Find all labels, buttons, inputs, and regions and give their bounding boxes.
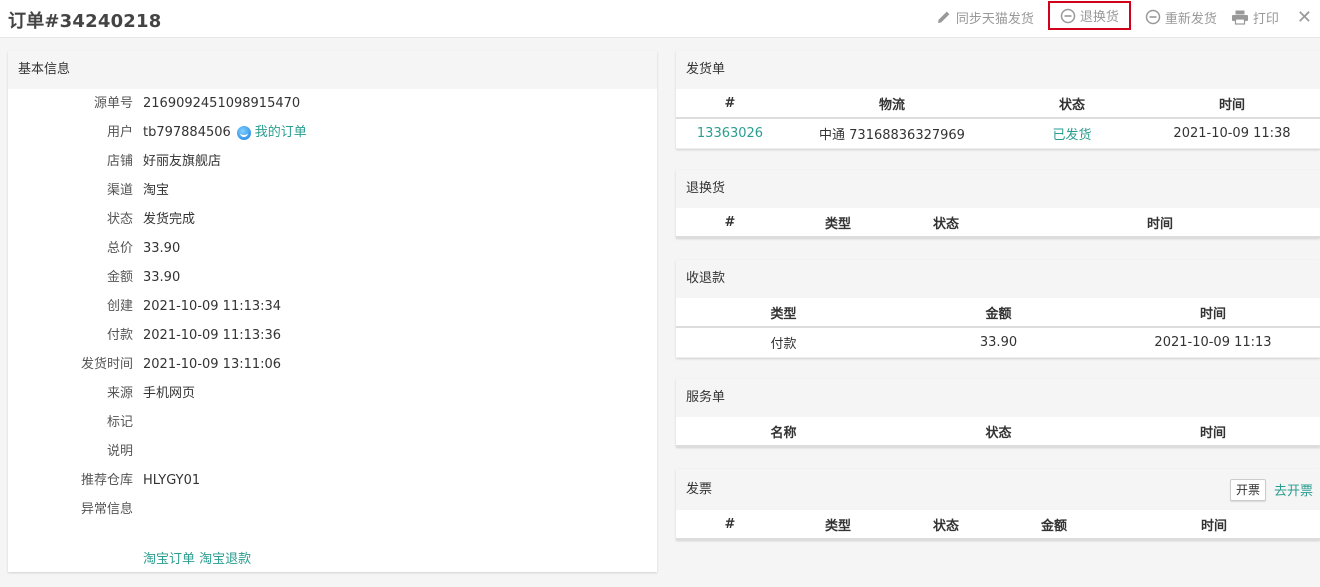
taobao-refund-link[interactable]: 淘宝退款 — [199, 552, 251, 567]
shipments-title: 发货单 — [676, 51, 1320, 89]
returns-title: 退换货 — [676, 170, 1320, 208]
taobao-order-link[interactable]: 淘宝订单 — [143, 552, 195, 567]
services-panel: 服务单 名称 状态 时间 — [676, 379, 1320, 447]
shipments-table: # 物流 状态 时间 13363026 中通 73168836327969 已发… — [676, 89, 1320, 149]
services-title: 服务单 — [676, 379, 1320, 417]
payments-table: 类型 金额 时间 付款 33.90 2021-10-09 11:13 — [676, 298, 1320, 358]
basic-info-panel: 基本信息 源单号 2169092451098915470 用户 tb797884… — [8, 51, 657, 572]
bottom-links: 淘宝订单 淘宝退款 — [143, 548, 251, 567]
info-row-created: 创建 2021-10-09 11:13:34 — [106, 299, 282, 314]
info-row-amount: 金额 33.90 — [106, 270, 181, 285]
table-header-row: 类型 金额 时间 — [676, 298, 1320, 328]
page-title: 订单#34240218 — [8, 11, 162, 32]
issue-invoice-button[interactable]: 开票 — [1229, 479, 1266, 501]
info-row-shop: 店铺 好丽友旗舰店 — [106, 154, 222, 169]
table-header-row: # 类型 状态 时间 — [676, 208, 1320, 238]
minus-circle-icon — [1060, 8, 1076, 23]
returns-table: # 类型 状态 时间 — [676, 208, 1320, 238]
table-header-row: # 类型 状态 金额 时间 — [676, 510, 1320, 540]
info-row-recommended-warehouse: 推荐仓库 HLYGY01 — [80, 473, 201, 488]
info-row-channel: 渠道 淘宝 — [106, 183, 170, 198]
services-table: 名称 状态 时间 — [676, 417, 1320, 447]
print-button[interactable]: 打印 — [1231, 6, 1279, 28]
basic-info-title: 基本信息 — [8, 51, 657, 89]
user-id: tb797884506 — [143, 125, 231, 140]
pencil-icon — [937, 11, 950, 23]
go-issue-invoice-link[interactable]: 去开票 — [1274, 480, 1313, 499]
info-row-status: 状态 发货完成 — [106, 212, 196, 227]
reship-button[interactable]: 重新发货 — [1145, 6, 1217, 28]
invoice-title: 发票 — [676, 469, 1320, 510]
header-actions: 同步天猫发货 退换货 重新发货 打印 ✕ — [922, 1, 1312, 30]
close-icon[interactable]: ✕ — [1297, 6, 1312, 28]
shipment-status: 已发货 — [1000, 118, 1144, 149]
info-row-source: 来源 手机网页 — [106, 386, 196, 401]
top-bar: 订单#34240218 同步天猫发货 退换货 重新发货 打印 ✕ — [0, 0, 1320, 38]
invoice-panel: 发票 开票 去开票 # 类型 状态 金额 时间 — [676, 469, 1320, 540]
payments-panel: 收退款 类型 金额 时间 付款 33.90 2021-10-09 11:13 — [676, 260, 1320, 358]
info-row-note: 说明 — [106, 444, 133, 459]
info-row-user: 用户 tb797884506 我的订单 — [8, 123, 657, 143]
table-row: 13363026 中通 73168836327969 已发货 2021-10-0… — [676, 118, 1320, 149]
invoice-table: # 类型 状态 金额 时间 — [676, 510, 1320, 540]
table-header-row: 名称 状态 时间 — [676, 417, 1320, 447]
info-row-mark: 标记 — [106, 415, 133, 430]
table-header-row: # 物流 状态 时间 — [676, 89, 1320, 119]
minus-circle-icon — [1145, 9, 1161, 25]
return-exchange-button[interactable]: 退换货 — [1047, 1, 1131, 30]
table-row: 付款 33.90 2021-10-09 11:13 — [676, 327, 1320, 358]
info-row-total-price: 总价 33.90 — [106, 241, 181, 256]
info-row-source-no: 源单号 2169092451098915470 — [93, 96, 301, 111]
payments-title: 收退款 — [676, 260, 1320, 298]
my-orders-link[interactable]: 我的订单 — [255, 123, 307, 143]
printer-icon — [1231, 10, 1248, 25]
returns-panel: 退换货 # 类型 状态 时间 — [676, 170, 1320, 238]
shipments-panel: 发货单 # 物流 状态 时间 13363026 中通 7316883632796… — [676, 51, 1320, 149]
info-row-paid: 付款 2021-10-09 11:13:36 — [106, 328, 282, 343]
shipment-no-link[interactable]: 13363026 — [676, 118, 784, 149]
sync-tmall-shipping-button[interactable]: 同步天猫发货 — [936, 6, 1034, 28]
info-row-shipped-time: 发货时间 2021-10-09 13:11:06 — [80, 357, 282, 372]
wangwang-chat-icon[interactable] — [236, 126, 251, 140]
info-row-exception: 异常信息 — [80, 502, 133, 517]
